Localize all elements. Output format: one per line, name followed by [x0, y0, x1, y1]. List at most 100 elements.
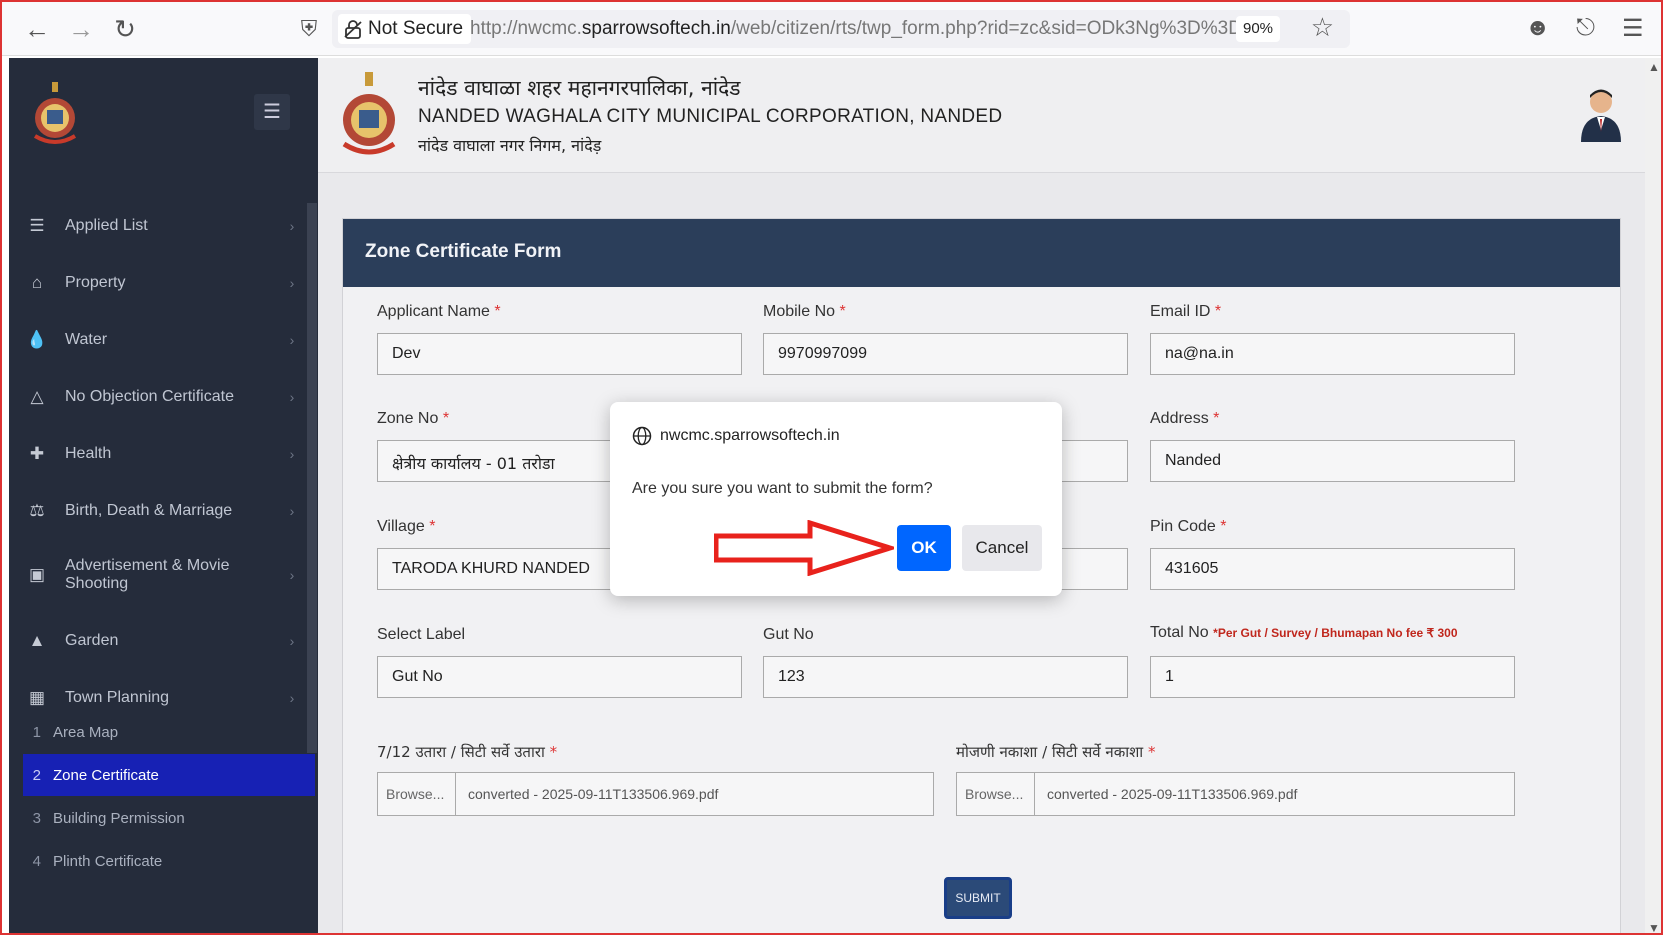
mobile-field[interactable]: 9970997099	[763, 333, 1128, 375]
file1-upload[interactable]: Browse... converted - 2025-09-11T133506.…	[377, 772, 934, 816]
required-mark: *	[1220, 518, 1227, 535]
back-icon[interactable]: ←	[20, 12, 54, 46]
subitem-number: 1	[32, 723, 41, 741]
sidebar-item-noc[interactable]: △ No Objection Certificate ›	[9, 369, 307, 425]
security-label: Not Secure	[368, 18, 464, 39]
sidebar-item-label: Applied List	[65, 217, 148, 234]
required-mark: *	[1147, 743, 1156, 761]
ok-button[interactable]: OK	[897, 525, 951, 571]
label-text: Address	[1150, 410, 1209, 427]
sidebar-item-label: Garden	[65, 632, 119, 649]
dialog-origin-text: nwcmc.sparrowsoftech.in	[660, 427, 840, 444]
scroll-up-icon[interactable]: ▲	[1648, 60, 1660, 74]
page-scrollbar[interactable]: ▲ ▼	[1645, 58, 1661, 933]
sidebar-item-applied-list[interactable]: ☰ Applied List ›	[9, 198, 307, 254]
sidebar-scrollbar[interactable]	[307, 203, 317, 753]
required-mark: *	[839, 303, 846, 320]
extensions-icon[interactable]: ⎋	[1576, 14, 1595, 42]
browse-button[interactable]: Browse...	[957, 773, 1035, 815]
label-text: Applicant Name	[377, 303, 490, 320]
zone-label: Zone No *	[377, 410, 449, 428]
file1-label: 7/12 उतारा / सिटी सर्वे उतारा *	[377, 742, 557, 762]
subitem-label: Building Permission	[53, 809, 185, 827]
sidebar-item-birth-death-marriage[interactable]: ⚖ Birth, Death & Marriage ›	[9, 483, 307, 539]
chevron-right-icon: ›	[289, 503, 295, 519]
chevron-right-icon: ›	[289, 275, 295, 291]
corporation-logo	[342, 72, 396, 155]
url-prefix: http://nwcmc.	[470, 18, 582, 39]
mobile-label: Mobile No *	[763, 303, 846, 321]
gut-no-label: Gut No	[763, 626, 814, 643]
subitem-number: 2	[32, 766, 41, 784]
tree-icon: ▲	[28, 631, 46, 650]
chevron-right-icon: ›	[289, 218, 295, 234]
sidebar-header: ☰	[9, 58, 318, 188]
url-text[interactable]: http://nwcmc.sparrowsoftech.in/web/citiz…	[470, 18, 1242, 40]
pin-code-field[interactable]: 431605	[1150, 548, 1515, 590]
home-icon: ⌂	[31, 273, 43, 292]
label-text: Total No	[1150, 624, 1209, 641]
email-field[interactable]: na@na.in	[1150, 333, 1515, 375]
select-label-dropdown[interactable]: Gut No	[377, 656, 742, 698]
hospital-icon: ✚	[29, 444, 45, 463]
fee-note: *Per Gut / Survey / Bhumapan No fee ₹ 30…	[1213, 626, 1458, 640]
cancel-button[interactable]: Cancel	[962, 525, 1042, 571]
header-title-english: NANDED WAGHALA CITY MUNICIPAL CORPORATIO…	[418, 106, 1003, 127]
user-avatar[interactable]	[1577, 86, 1625, 142]
chevron-right-icon: ›	[289, 446, 295, 462]
browse-button[interactable]: Browse...	[378, 773, 456, 815]
dialog-origin: nwcmc.sparrowsoftech.in	[632, 426, 840, 446]
select-label-label: Select Label	[377, 626, 466, 643]
url-path: /web/citizen/rts/twp_form.php?rid=zc&sid…	[730, 18, 1242, 39]
list-icon: ☰	[29, 216, 45, 235]
file2-label: मोजणी नकाशा / सिटी सर्वे नकाशा *	[956, 742, 1155, 762]
total-no-field[interactable]: 1	[1150, 656, 1515, 698]
chevron-right-icon: ›	[289, 690, 295, 706]
header-title-hindi: नांदेड वाघाला नगर निगम, नांदेड़	[418, 136, 602, 155]
chevron-right-icon: ›	[289, 389, 295, 405]
reload-icon[interactable]: ↻	[108, 12, 142, 46]
submit-button[interactable]: SUBMIT	[944, 877, 1012, 919]
village-label: Village *	[377, 518, 435, 536]
address-bar[interactable]: Not Secure http://nwcmc.sparrowsoftech.i…	[332, 10, 1350, 48]
required-mark: *	[549, 743, 558, 761]
sidebar-item-label: Town Planning	[65, 689, 170, 706]
forward-icon[interactable]: →	[64, 12, 98, 46]
chevron-right-icon: ›	[289, 633, 295, 649]
sidebar-item-label: Birth, Death & Marriage	[65, 502, 233, 519]
subitem-label: Area Map	[53, 723, 119, 741]
account-icon[interactable]: ☻	[1525, 14, 1550, 42]
bookmark-star-icon[interactable]: ☆	[1311, 12, 1334, 43]
email-label: Email ID *	[1150, 303, 1221, 321]
address-field[interactable]: Nanded	[1150, 440, 1515, 482]
sidebar-toggle-button[interactable]: ☰	[254, 94, 290, 130]
city-icon: ▦	[28, 688, 46, 707]
scroll-down-icon[interactable]: ▼	[1648, 921, 1660, 933]
gut-no-field[interactable]: 123	[763, 656, 1128, 698]
sidebar-subitem-building-permission[interactable]: 3 Building Permission	[23, 797, 315, 839]
label-text: 7/12 उतारा / सिटी सर्वे उतारा	[377, 743, 545, 761]
browser-window: ← → ↻ ⛨ Not Secure http://nwcmc.sparrows…	[0, 0, 1663, 935]
ad-icon: ▣	[28, 565, 46, 584]
total-no-label: Total No *Per Gut / Survey / Bhumapan No…	[1150, 624, 1458, 642]
sidebar-item-water[interactable]: 💧 Water ›	[9, 312, 307, 368]
sidebar-subitem-plinth-certificate[interactable]: 4 Plinth Certificate	[23, 840, 315, 882]
address-label: Address *	[1150, 410, 1219, 428]
zoom-indicator[interactable]: 90%	[1236, 16, 1280, 42]
sidebar-item-property[interactable]: ⌂ Property ›	[9, 255, 307, 311]
sidebar-item-health[interactable]: ✚ Health ›	[9, 426, 307, 482]
menu-icon[interactable]: ☰	[1622, 14, 1644, 43]
sidebar-item-garden[interactable]: ▲ Garden ›	[9, 613, 307, 669]
file2-upload[interactable]: Browse... converted - 2025-09-11T133506.…	[956, 772, 1515, 816]
chevron-right-icon: ›	[289, 332, 295, 348]
form-title: Zone Certificate Form	[343, 219, 1620, 287]
sidebar-item-advertisement[interactable]: ▣ Advertisement & Movie Shooting ›	[9, 540, 307, 610]
label-text: Mobile No	[763, 303, 836, 320]
shield-icon[interactable]: ⛨	[292, 12, 326, 46]
security-indicator[interactable]: Not Secure	[338, 14, 472, 44]
applicant-name-field[interactable]: Dev	[377, 333, 742, 375]
sidebar-item-label: Water	[65, 331, 108, 348]
sidebar-subitem-area-map[interactable]: 1 Area Map	[23, 711, 315, 753]
label-text: मोजणी नकाशा / सिटी सर्वे नकाशा	[956, 743, 1144, 761]
sidebar-subitem-zone-certificate[interactable]: 2 Zone Certificate	[23, 754, 315, 796]
